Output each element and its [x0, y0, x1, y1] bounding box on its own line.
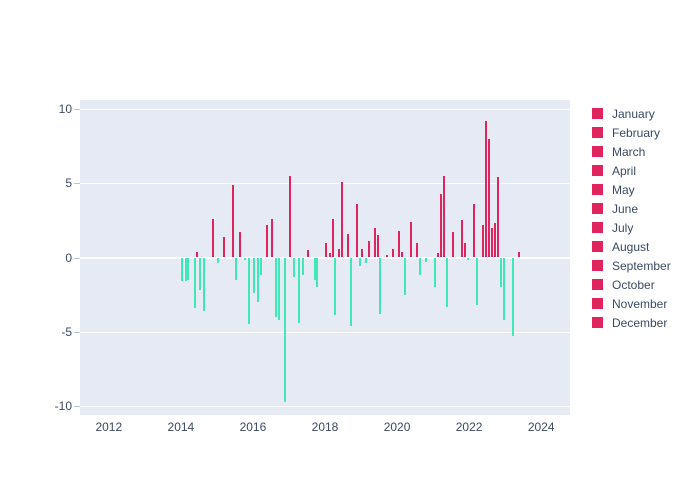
legend-item-label: April — [612, 163, 637, 178]
legend-item-label: November — [612, 296, 668, 311]
legend-item[interactable]: March — [592, 142, 697, 161]
legend-item[interactable]: February — [592, 123, 697, 142]
y-tick-mark — [74, 406, 80, 408]
legend-swatch-icon — [592, 260, 603, 271]
legend-swatch-icon — [592, 165, 603, 176]
legend-swatch-icon — [592, 298, 603, 309]
legend-item[interactable]: April — [592, 161, 697, 180]
legend-item[interactable]: May — [592, 180, 697, 199]
x-tick-label: 2022 — [455, 420, 483, 434]
legend-item-label: December — [612, 315, 668, 330]
y-tick-label: 5 — [65, 176, 72, 191]
legend-item-label: May — [612, 182, 635, 197]
legend-item[interactable]: September — [592, 256, 697, 275]
y-tick-mark — [74, 183, 80, 185]
y-tick-label: -10 — [54, 399, 72, 414]
legend-swatch-icon — [592, 108, 603, 119]
legend-item[interactable]: October — [592, 275, 697, 294]
legend-swatch-icon — [592, 203, 603, 214]
legend-item[interactable]: November — [592, 294, 697, 313]
legend-swatch-icon — [592, 279, 603, 290]
legend-swatch-icon — [592, 184, 603, 195]
legend-swatch-icon — [592, 146, 603, 157]
chart-legend: January February March April May June July Augu… — [592, 104, 697, 332]
x-tick-label: 2012 — [95, 420, 123, 434]
legend-item-label: March — [612, 144, 646, 159]
x-tick-label: 2020 — [383, 420, 411, 434]
legend-item-label: February — [612, 125, 661, 140]
legend-item[interactable]: August — [592, 237, 697, 256]
legend-item[interactable]: July — [592, 218, 697, 237]
legend-swatch-icon — [592, 241, 603, 252]
legend-item-label: October — [612, 277, 655, 292]
legend-item-label: July — [612, 220, 634, 235]
legend-item-label: August — [612, 239, 650, 254]
legend-item-label: June — [612, 201, 639, 216]
legend-item-label: September — [612, 258, 671, 273]
legend-item[interactable]: January — [592, 104, 697, 123]
y-tick-mark — [74, 331, 80, 333]
y-tick-mark — [74, 108, 80, 110]
x-tick-label: 2018 — [311, 420, 339, 434]
legend-swatch-icon — [592, 127, 603, 138]
chart-figure: 10 5 0 -5 -10 2012 2014 2016 2018 2020 2022 2024 J… — [0, 0, 700, 500]
legend-item-label: January — [612, 106, 655, 121]
x-tick-label: 2014 — [167, 420, 195, 434]
legend-item[interactable]: December — [592, 313, 697, 332]
y-tick-label: -5 — [61, 324, 72, 339]
x-tick-label: 2016 — [239, 420, 267, 434]
y-tick-label: 10 — [58, 101, 72, 116]
y-tick-mark — [74, 257, 80, 259]
legend-swatch-icon — [592, 317, 603, 328]
y-tick-label: 0 — [65, 250, 72, 265]
x-tick-label: 2024 — [527, 420, 555, 434]
legend-swatch-icon — [592, 222, 603, 233]
legend-item[interactable]: June — [592, 199, 697, 218]
